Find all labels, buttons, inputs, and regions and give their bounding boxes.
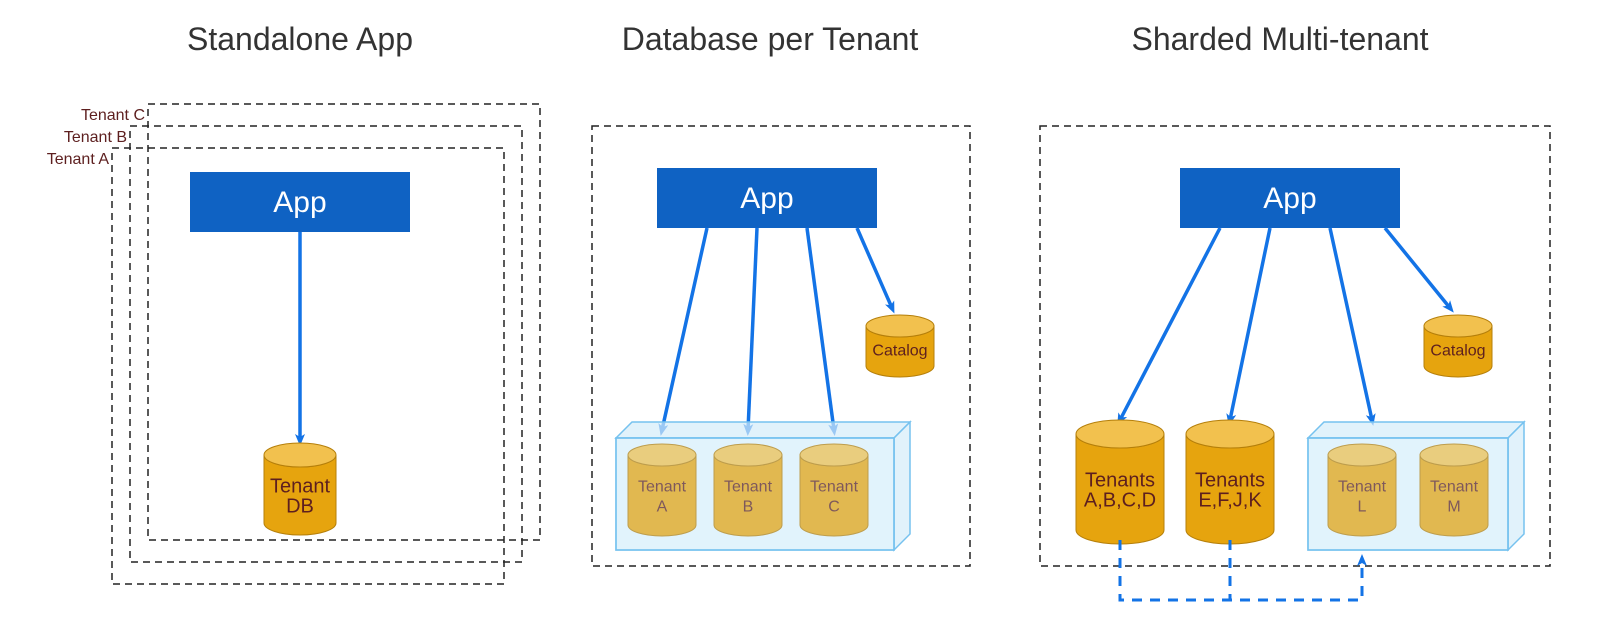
sharded-arrow-2 [1230,228,1270,420]
sharded-pool-top [1308,422,1524,438]
dbpertenant-catalog-top [866,315,934,337]
title-standalone: Standalone App [187,21,413,57]
dbpertenant-pool-side [894,422,910,550]
tenancy-models-diagram: Standalone App Database per Tenant Sharded… [0,0,1600,642]
standalone-box-c [148,104,540,540]
standalone-db-label-1: DB [286,495,314,517]
dbpertenant-pool-top [616,422,910,438]
dbpertenant-arrow-c [807,228,834,430]
standalone-db-label-0: Tenant [270,475,330,497]
dbpertenant-arrow-b [748,228,757,430]
sharded-pool-overlay [1308,438,1508,550]
standalone-stack-label-0: Tenant C [81,107,145,124]
standalone-app-label: App [273,186,326,219]
sharded-bigdb-1-top [1186,420,1274,448]
dbpertenant-arrow-catalog [857,228,892,308]
title-dbpertenant: Database per Tenant [622,21,919,57]
dbpertenant-app-label: App [740,182,793,215]
sharded-arrow-3 [1330,228,1372,420]
sharded-bigdb-1-label-0: Tenants [1195,469,1265,491]
sharded-bigdb-0-top [1076,420,1164,448]
sharded-app-label: App [1263,182,1316,215]
standalone-stack-label-2: Tenant A [47,151,110,168]
sharded-pool-side [1508,422,1524,550]
title-sharded: Sharded Multi-tenant [1131,21,1428,57]
sharded-bigdb-0-label-1: A,B,C,D [1084,489,1156,511]
dbpertenant-arrow-a [662,228,707,430]
dbpertenant-catalog-label-0: Catalog [872,343,927,360]
sharded-bigdb-1-label-1: E,F,J,K [1198,489,1262,511]
dbpertenant-pool-overlay [616,438,894,550]
standalone-db-top [264,443,336,467]
standalone-stack-label-1: Tenant B [64,129,127,146]
sharded-catalog-top [1424,315,1492,337]
sharded-bigdb-0-label-0: Tenants [1085,469,1155,491]
sharded-arrow-1 [1120,228,1220,420]
sharded-catalog-label-0: Catalog [1430,343,1485,360]
sharded-arrow-catalog [1385,228,1450,308]
